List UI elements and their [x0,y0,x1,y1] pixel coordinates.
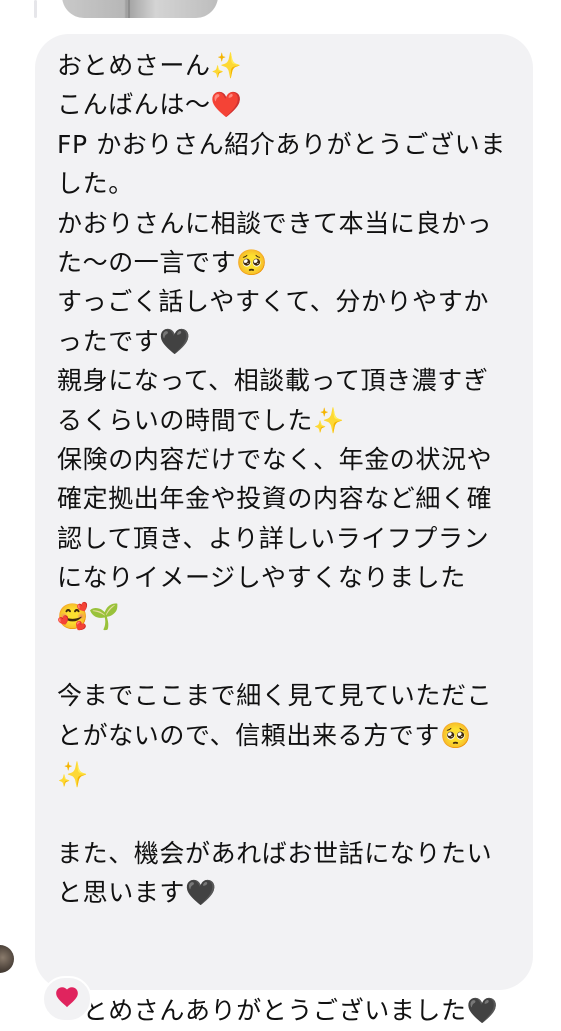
message-line: こんばんは〜❤️ [57,90,243,120]
message-line: かおりさんに相談できて本当に良かっ [57,208,493,238]
previous-message-image[interactable] [62,0,218,18]
message-line [57,794,513,833]
message-line: ったです🖤 [57,326,192,356]
message-line: た〜の一言です🥺 [57,247,268,277]
message-line: おとめさーん✨ [57,51,243,80]
message-line: FP かおりさん紹介ありがとうございま [57,129,506,159]
reaction-badge[interactable] [42,976,92,1022]
message-line: と思います🖤 [57,878,217,908]
message-line: ✨ [57,760,89,790]
message-line: おとめさんありがとうございました🖤 [57,996,499,1026]
sender-avatar[interactable] [0,945,14,973]
message-line: 🥰🌱 [57,602,121,632]
message-line: るくらいの時間でした✨ [57,405,345,435]
message-line: 今までここまで細く見て見ていただこ [57,681,493,711]
message-line: になりイメージしやすくなりました [57,563,466,593]
thread-connector [34,0,37,18]
message-line: 確定拠出年金や投資の内容など細く確 [57,484,493,514]
message-line: 保険の内容だけでなく、年金の状況や [57,444,493,474]
message-line [57,637,513,676]
message-line: とがないので、信頼出来る方です🥺 [57,720,472,750]
message-bubble[interactable]: おとめさーん✨ こんばんは〜❤️ FP かおりさん紹介ありがとうございま した。… [35,34,533,1025]
message-line [57,913,513,952]
message-line: 認して頂き、より詳しいライフプラン [57,523,490,553]
message-line: すっごく話しやすくて、分かりやすか [57,287,489,317]
message-line: した。 [57,169,134,199]
message-line: また、機会があればお世話になりたい [57,838,493,868]
red-heart-icon [54,984,80,1014]
message-line: 親身になって、相談載って頂き濃すぎ [57,366,489,396]
message-line [57,952,513,991]
